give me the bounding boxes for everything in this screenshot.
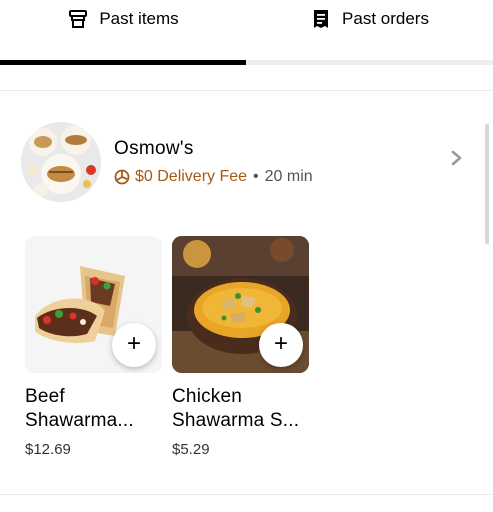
- plus-icon: +: [126, 330, 141, 357]
- tab-past-items-label: Past items: [99, 9, 179, 28]
- receipt-icon: [314, 10, 329, 28]
- divider: [0, 90, 493, 91]
- tab-bar: Past items Past orders: [0, 0, 493, 66]
- item-image: +: [25, 236, 162, 373]
- item-price: $12.69: [25, 441, 71, 458]
- active-tab-indicator: [0, 60, 246, 65]
- store-avatar: [21, 122, 101, 202]
- item-card[interactable]: + Beef Shawarma... $12.69: [25, 236, 163, 458]
- item-name-line-2: Shawarma S...: [172, 410, 300, 431]
- tab-past-orders[interactable]: Past orders: [246, 0, 493, 66]
- item-name: Chicken Shawarma S...: [172, 385, 310, 433]
- food-platter-image: [21, 122, 101, 202]
- plus-icon: +: [273, 330, 288, 357]
- item-price: $5.29: [172, 441, 210, 458]
- item-card[interactable]: + Chicken Shawarma S... $5.29: [172, 236, 310, 458]
- meta-separator: •: [253, 168, 259, 185]
- item-image: +: [172, 236, 309, 373]
- dish-icon: [69, 10, 88, 28]
- scrollbar-thumb[interactable]: [485, 124, 489, 244]
- past-items-screen: Past items Past orders Osmow's $0 Delive…: [0, 0, 493, 512]
- add-to-cart-button[interactable]: +: [259, 323, 303, 367]
- delivery-fee-icon: [114, 169, 130, 185]
- item-name: Beef Shawarma...: [25, 385, 163, 433]
- divider: [0, 494, 493, 495]
- chevron-right-icon: [451, 150, 462, 166]
- add-to-cart-button[interactable]: +: [112, 323, 156, 367]
- store-row[interactable]: Osmow's $0 Delivery Fee • 20 min: [0, 118, 493, 208]
- item-name-line-1: Beef: [25, 386, 65, 407]
- tab-past-orders-label: Past orders: [342, 9, 429, 28]
- delivery-time: 20 min: [264, 168, 313, 185]
- tab-past-items[interactable]: Past items: [0, 0, 246, 66]
- store-meta: $0 Delivery Fee • 20 min: [114, 168, 313, 186]
- store-name: Osmow's: [114, 138, 194, 159]
- item-name-line-2: Shawarma...: [25, 410, 134, 431]
- inactive-tab-indicator: [246, 60, 493, 65]
- delivery-fee-text: $0 Delivery Fee: [135, 168, 248, 185]
- item-name-line-1: Chicken: [172, 386, 243, 407]
